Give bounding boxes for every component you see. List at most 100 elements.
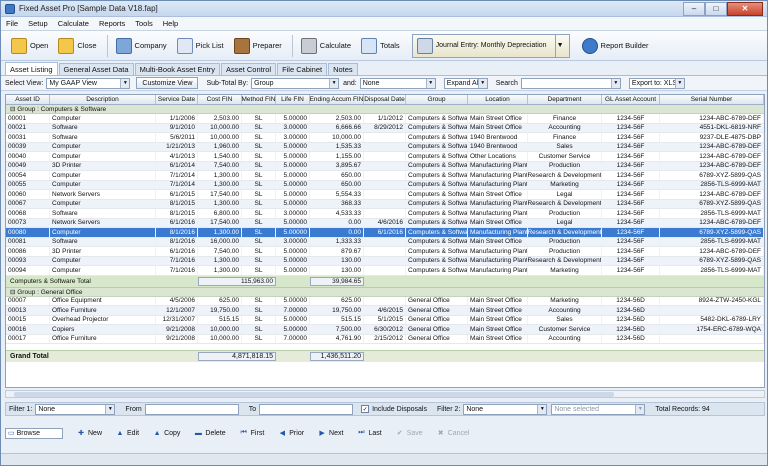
cell-serial-number: 2856-TLS-6999-MAT	[660, 266, 764, 275]
menu-reports[interactable]: Reports	[94, 19, 130, 28]
from-input[interactable]	[144, 403, 239, 415]
table-row[interactable]: 00093 Computer 7/1/2016 1,300.00 SL 5.00000 13…	[6, 256, 764, 266]
cell-cost-fin: 6,800.00	[198, 209, 242, 218]
calculate-button[interactable]: Calculate	[297, 33, 355, 59]
column-header-service-date[interactable]: Service Date	[156, 95, 198, 104]
and-select[interactable]: None ▼	[359, 77, 436, 89]
column-header-gl-asset-account[interactable]: GL Asset Account	[602, 95, 660, 104]
cell-description: 3D Printer	[50, 247, 156, 256]
cell-service-date: 6/1/2014	[156, 161, 198, 170]
minimize-button[interactable]: –	[683, 1, 705, 16]
next-button[interactable]: ▶ Next	[318, 429, 343, 438]
column-header-asset-id[interactable]: Asset ID	[6, 95, 50, 104]
column-header-life-fin[interactable]: Life FIN	[276, 95, 310, 104]
browse-mode-select[interactable]: ▭ Browse	[5, 427, 63, 439]
table-row[interactable]: 00055 Computer 7/1/2014 1,300.00 SL 5.00000 65…	[6, 180, 764, 190]
expand-all-select[interactable]: Expand All ▼	[443, 77, 488, 89]
table-row[interactable]: 00001 Computer 1/1/2006 2,503.00 SL 5.00000 2,…	[6, 114, 764, 124]
table-row[interactable]: 00040 Computer 4/1/2013 1,540.00 SL 5.00000 1,…	[6, 152, 764, 162]
to-input[interactable]	[259, 403, 354, 415]
table-row[interactable]: 00060 Network Servers 6/1/2015 17,540.00 SL 5…	[6, 190, 764, 200]
new-button[interactable]: ✚ New	[77, 429, 102, 438]
table-row[interactable]: 00039 Computer 1/21/2013 1,960.00 SL 5.00000 1…	[6, 142, 764, 152]
column-header-ending-accum-fin[interactable]: Ending Accum FIN	[310, 95, 364, 104]
cell-department: Legal	[528, 218, 602, 227]
prior-button[interactable]: ◀ Prior	[278, 429, 304, 438]
cell-description: Computer	[50, 171, 156, 180]
filter2-value-select[interactable]: None selected ▼	[551, 403, 646, 415]
column-header-cost-fin[interactable]: Cost FIN	[198, 95, 242, 104]
tab-multi-book-asset-entry[interactable]: Multi-Book Asset Entry	[134, 63, 221, 75]
table-row[interactable]: 00086 3D Printer 6/1/2016 7,540.00 SL 5.00000…	[6, 247, 764, 257]
column-header-department[interactable]: Department	[528, 95, 602, 104]
column-header-disposal-date[interactable]: Disposal Date	[364, 95, 406, 104]
cancel-button[interactable]: ✖ Cancel	[437, 429, 470, 438]
tab-file-cabinet[interactable]: File Cabinet	[277, 63, 328, 75]
edit-button[interactable]: ▲ Edit	[116, 429, 140, 437]
open-button[interactable]: Open	[7, 33, 52, 59]
close-button[interactable]: Close	[54, 33, 100, 59]
menu-help[interactable]: Help	[158, 19, 183, 28]
column-header-description[interactable]: Description	[50, 95, 156, 104]
tab-asset-control[interactable]: Asset Control	[221, 63, 277, 75]
menu-file[interactable]: File	[1, 19, 23, 28]
tab-notes[interactable]: Notes	[328, 63, 358, 75]
cell-group: Computers & Software	[408, 266, 468, 275]
cell-group: Computers & Software	[408, 142, 468, 151]
table-row[interactable]: 00080 Computer 8/1/2016 1,300.00 SL 5.00000 0.…	[6, 228, 764, 238]
close-window-button[interactable]: ✕	[727, 1, 763, 16]
group-header-row[interactable]: ⊟ Group : Computers & Software	[6, 105, 764, 114]
export-select[interactable]: Export to: XLS ▼	[628, 77, 685, 89]
table-row[interactable]: 00013 Office Furniture 12/1/2007 19,750.00 S…	[6, 306, 764, 316]
table-row[interactable]: 00094 Computer 7/1/2016 1,300.00 SL 5.00000 13…	[6, 266, 764, 276]
menu-tools[interactable]: Tools	[130, 19, 158, 28]
cell-ending-accum-fin: 1,333.33	[310, 237, 364, 246]
table-row[interactable]: 00068 Software 8/1/2015 6,800.00 SL 3.00000 4,…	[6, 209, 764, 219]
report-builder-button[interactable]: Report Builder	[578, 33, 653, 59]
table-row[interactable]: 00007 Office Equipment 4/5/2006 625.00 SL 5.0…	[6, 296, 764, 306]
column-header-method-fin[interactable]: Method FIN	[242, 95, 276, 104]
table-row[interactable]: 00031 Software 5/6/2011 10,000.00 SL 3.00000 1…	[6, 133, 764, 143]
save-button[interactable]: ✔ Save	[396, 429, 423, 438]
delete-button[interactable]: ▬ Delete	[194, 429, 226, 437]
customize-view-button[interactable]: Customize View	[136, 77, 199, 89]
table-row[interactable]: 00017 Office Furniture 9/21/2008 10,000.00 S…	[6, 334, 764, 344]
preparer-button[interactable]: Preparer	[230, 33, 286, 59]
table-row[interactable]: 00081 Software 8/1/2016 16,000.00 SL 3.00000 1…	[6, 237, 764, 247]
journal-entry-button[interactable]: Journal Entry: Monthly Depreciation ▼	[411, 33, 570, 58]
column-header-group[interactable]: Group	[406, 95, 468, 104]
tab-general-asset-data[interactable]: General Asset Data	[58, 63, 134, 75]
table-row[interactable]: 00067 Computer 8/1/2015 1,300.00 SL 5.00000 36…	[6, 199, 764, 209]
group-header-row[interactable]: ⊟ Group : General Office	[6, 287, 764, 297]
tab-asset-listing[interactable]: Asset Listing	[5, 62, 58, 75]
table-row[interactable]: 00016 Copiers 9/21/2008 10,000.00 SL 5.00000 7…	[6, 325, 764, 335]
search-input[interactable]: ▼	[520, 77, 621, 89]
chevron-down-icon[interactable]: ▼	[554, 33, 565, 58]
menu-calculate[interactable]: Calculate	[53, 19, 94, 28]
cell-group: Computers & Software	[408, 199, 468, 208]
last-button[interactable]: ⏭ Last	[357, 429, 381, 437]
filter1-select[interactable]: None ▼	[35, 403, 116, 415]
table-row[interactable]: 00049 3D Printer 6/1/2014 7,540.00 SL 5.00000…	[6, 161, 764, 171]
maximize-button[interactable]: □	[705, 1, 727, 16]
table-row[interactable]: 00073 Network Servers 6/1/2016 17,540.00 SL 5…	[6, 218, 764, 228]
table-row[interactable]: 00015 Overhead Projector 12/31/2007 515.15 S…	[6, 315, 764, 325]
company-button[interactable]: Company	[112, 33, 171, 59]
filter2-select[interactable]: None ▼	[463, 403, 548, 415]
include-disposals-checkbox[interactable]: ✓	[361, 405, 370, 413]
table-row[interactable]: 00021 Software 9/1/2010 10,000.00 SL 3.00000 6…	[6, 123, 764, 133]
menu-setup[interactable]: Setup	[23, 19, 53, 28]
horizontal-scrollbar[interactable]	[5, 390, 765, 398]
subtotal-select[interactable]: Group ▼	[251, 77, 340, 89]
scroll-thumb[interactable]	[14, 392, 614, 397]
view-select[interactable]: My GAAP View ▼	[46, 77, 131, 89]
totals-button[interactable]: Totals	[357, 33, 404, 59]
cell-disposal-date	[364, 142, 406, 151]
column-header-serial-number[interactable]: Serial Number	[660, 95, 764, 104]
table-row[interactable]: 00054 Computer 7/1/2014 1,300.00 SL 5.00000 65…	[6, 171, 764, 181]
copy-button[interactable]: ▲ Copy	[153, 429, 181, 437]
column-header-location[interactable]: Location	[468, 95, 528, 104]
pick-list-button[interactable]: Pick List	[173, 33, 228, 59]
first-button[interactable]: ⏮ First	[240, 429, 265, 437]
cell-asset-id: 00040	[6, 152, 50, 161]
